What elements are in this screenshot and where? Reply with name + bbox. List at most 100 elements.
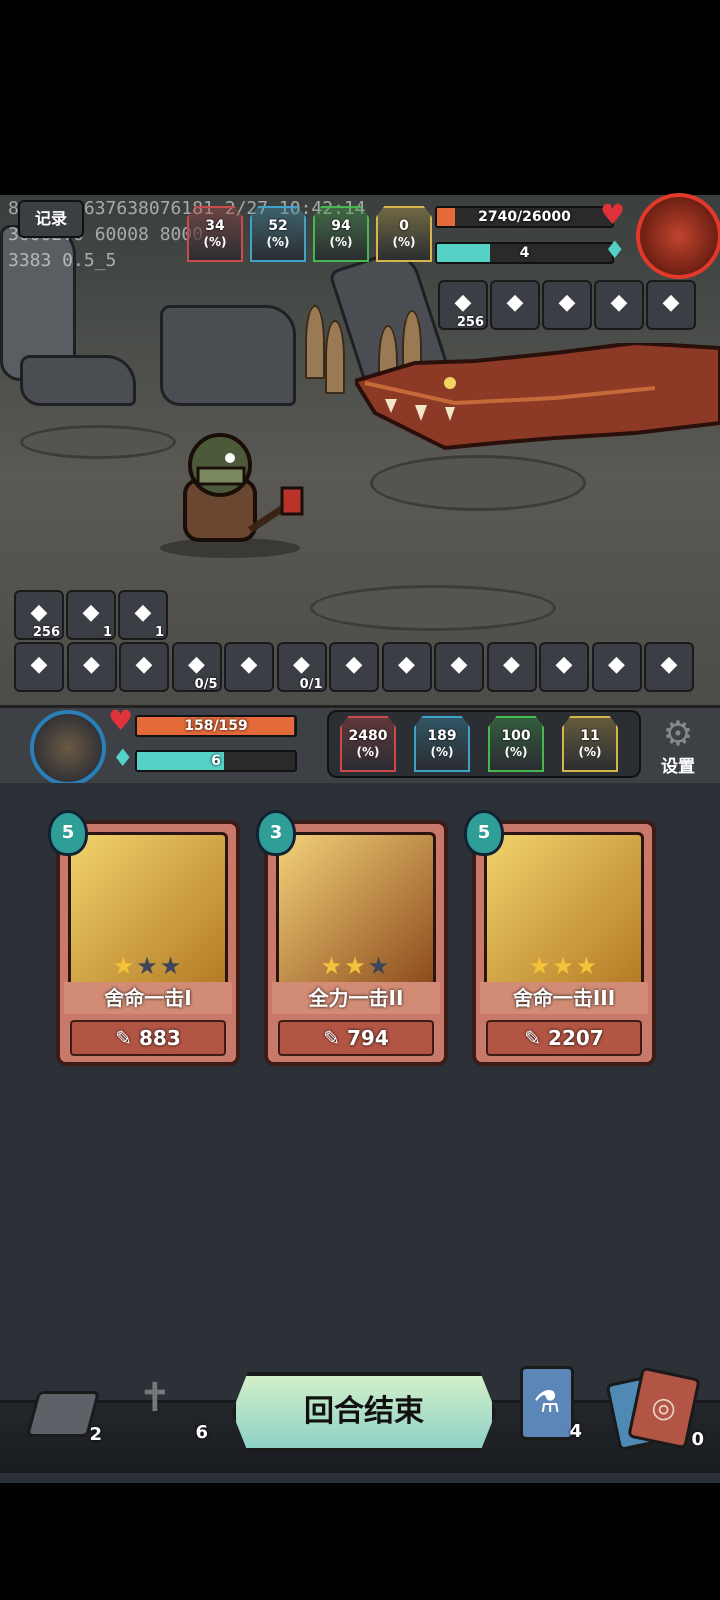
card-name: 舍命一击III	[480, 982, 648, 1014]
card-damage-value: 2207	[548, 1026, 604, 1050]
stat-pct: (%)	[392, 235, 416, 249]
voodoo-doll-icon: ◆	[454, 290, 472, 315]
enemy-portrait[interactable]	[636, 193, 720, 279]
dark-gem-icon: ◆	[608, 652, 625, 677]
spike-trap-icon: ◆	[558, 290, 576, 315]
star-icon: ★	[367, 952, 392, 980]
player-attack-stat: 2480 (%)	[340, 716, 396, 772]
stat-pct: (%)	[329, 235, 353, 249]
grave-pile-button[interactable]: ✝ 6	[128, 1365, 212, 1443]
relic-slot[interactable]: ◆	[119, 642, 169, 692]
star-icon: ★	[112, 952, 137, 980]
stat-pct: (%)	[504, 745, 528, 759]
wooden-stake	[325, 320, 345, 394]
player-energy-text: 6	[211, 753, 221, 769]
enemy-crit-stat: 52 (%)	[250, 206, 306, 262]
player-buff-count: 256	[32, 625, 60, 640]
player-portrait[interactable]	[30, 710, 106, 786]
stat-value: 100	[501, 728, 531, 744]
relic-slot[interactable]: ◆ 0/5	[171, 642, 222, 692]
rock	[20, 355, 136, 406]
relic-count: 0/5	[194, 677, 218, 692]
heart-icon: ♥	[600, 198, 626, 231]
potion-icon: ⚗	[520, 1366, 574, 1440]
enemy-dodge-stat: 0 (%)	[376, 206, 432, 262]
enemy-buff-slot[interactable]: ◆ 256	[438, 280, 488, 330]
stat-value: 0	[399, 218, 409, 234]
relic-slot[interactable]: ◆	[14, 642, 64, 692]
player-buff-slot[interactable]: ◆ 1	[66, 590, 116, 640]
relic-slot[interactable]: ◆	[644, 642, 694, 692]
treasure-chest-icon: ◆	[503, 652, 520, 677]
skill-card[interactable]: ★★★ 舍命一击III ✎ 2207 5	[464, 810, 656, 1066]
relic-count: 0/1	[299, 677, 323, 692]
card-damage-value: 883	[138, 1026, 181, 1050]
settings-button[interactable]: ⚙ 设置	[650, 716, 706, 778]
star-icon: ★	[159, 952, 184, 980]
star-icon: ★	[575, 952, 600, 980]
relic-slot[interactable]: ◆	[434, 642, 484, 692]
player-hp-bar: 158/159	[135, 715, 297, 737]
meat-icon: ◆	[240, 652, 258, 677]
player-buff-slot[interactable]: ◆ 1	[118, 590, 168, 640]
heart-icon: ♥	[108, 704, 134, 737]
draw-pile-button[interactable]: 2	[25, 1385, 106, 1445]
card-damage: ✎ 794	[278, 1020, 434, 1056]
card-stars: ★★★	[268, 952, 444, 980]
red-dragon-enemy[interactable]	[355, 343, 720, 453]
relic-slot[interactable]: ◆	[66, 642, 117, 692]
altar-icon: ◆	[660, 652, 678, 677]
record-button[interactable]: 记录	[18, 200, 84, 238]
owl-icon: ◆	[398, 652, 415, 677]
relic-slot[interactable]: ◆	[591, 642, 642, 692]
relic-slot[interactable]: ◆	[381, 642, 432, 692]
star-icon: ★	[320, 952, 345, 980]
enemy-buff-slot[interactable]: ◆	[490, 280, 540, 330]
card-name: 舍命一击I	[64, 982, 232, 1014]
star-icon: ★	[136, 952, 160, 980]
teddy-bear-icon: ◆	[345, 652, 363, 677]
helmet-icon: ◆	[30, 652, 48, 677]
relic-slot[interactable]: ◆	[224, 642, 274, 692]
enemy-hp-text: 2740/26000	[478, 209, 571, 225]
gear-icon: ⚙	[662, 714, 694, 754]
card-damage: ✎ 2207	[486, 1020, 642, 1056]
draw-pile-count: 2	[89, 1424, 102, 1445]
fire-apple-icon: ◆	[83, 652, 100, 677]
stat-value: 34	[205, 218, 225, 234]
crater	[310, 585, 556, 631]
enemy-buff-slot[interactable]: ◆	[594, 280, 644, 330]
enemy-buff-slot[interactable]: ◆	[646, 280, 696, 330]
hourglass-icon: ◆	[610, 290, 628, 315]
end-turn-button[interactable]: 回合结束	[232, 1372, 496, 1452]
crater	[370, 455, 586, 511]
player-buff-slot[interactable]: ◆ 256	[14, 590, 64, 640]
relic-slot[interactable]: ◆	[539, 642, 589, 692]
player-defense-stat: 100 (%)	[488, 716, 544, 772]
relic-slot[interactable]: ◆ 0/1	[276, 642, 327, 692]
flame-drop-icon: ◆	[82, 600, 100, 625]
player-buff-count: 1	[154, 625, 164, 640]
card-damage-value: 794	[346, 1026, 389, 1050]
stat-pct: (%)	[430, 745, 454, 759]
blade-icon: ◆	[293, 652, 310, 677]
record-label: 记录	[34, 209, 67, 228]
player-crit-stat: 189 (%)	[414, 716, 470, 772]
discard-pile-button[interactable]: ◎ 0	[605, 1366, 704, 1452]
potion-button[interactable]: ⚗ 4	[514, 1362, 582, 1442]
card-cost: 3	[256, 810, 296, 856]
enemy-buff-count: 256	[456, 315, 484, 330]
star-icon: ★	[344, 952, 368, 980]
stat-value: 189	[427, 728, 457, 744]
enemy-buff-slot[interactable]: ◆	[542, 280, 592, 330]
stat-value: 94	[331, 218, 351, 234]
grave-pile-count: 6	[195, 1422, 208, 1443]
enemy-energy-bar: 4	[435, 242, 614, 264]
relic-slot[interactable]: ◆	[486, 642, 537, 692]
ring-icon: ◆	[188, 652, 205, 677]
skill-card[interactable]: ★★★ 全力一击II ✎ 794 3	[256, 810, 448, 1066]
relic-slot[interactable]: ◆	[329, 642, 379, 692]
skill-card[interactable]: ★★★ 舍命一击I ✎ 883 5	[48, 810, 240, 1066]
settings-label: 设置	[661, 757, 695, 777]
energy-drop-icon: ♦	[604, 236, 626, 264]
